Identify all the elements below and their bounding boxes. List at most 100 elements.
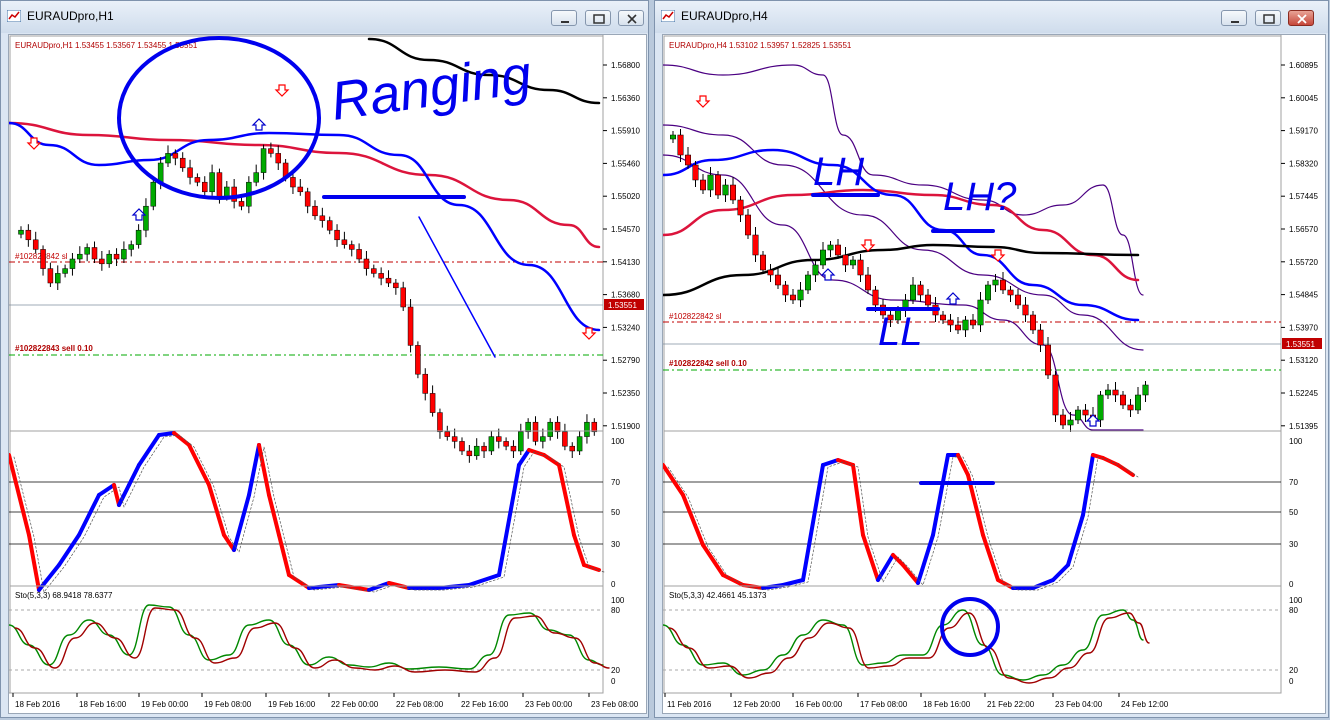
time-axis-label: 19 Feb 00:00: [141, 700, 189, 709]
fractal-up-arrow-icon: [251, 118, 267, 131]
close-icon: [627, 14, 637, 24]
candle-body: [1022, 304, 1029, 316]
chart-canvas[interactable]: EURAUDpro,H1 1.53455 1.53567 1.53455 1.5…: [8, 34, 647, 714]
time-axis-label: 12 Feb 20:00: [733, 700, 781, 709]
sell-order-label: #102822843 sell 0.10: [15, 344, 93, 353]
candle-body: [707, 174, 714, 191]
candle-body: [842, 254, 849, 266]
candle-body: [977, 299, 984, 326]
rsi-line: [157, 431, 176, 437]
price-axis-label: 1.59170: [1289, 127, 1318, 136]
minimize-button[interactable]: [551, 10, 577, 26]
current-price-label: 1.53551: [608, 301, 637, 310]
close-button[interactable]: [1288, 10, 1314, 26]
candle-body: [32, 239, 39, 250]
rsi-level-label: 100: [1289, 437, 1303, 446]
candle-body: [319, 215, 326, 221]
candle-body: [820, 249, 826, 266]
chart-canvas[interactable]: EURAUDpro,H4 1.53102 1.53957 1.52825 1.5…: [662, 34, 1326, 714]
candle-body: [150, 181, 157, 207]
candle-body: [238, 201, 245, 207]
price-axis-label: 1.55020: [611, 192, 640, 201]
annotation-lh: LH: [813, 150, 864, 194]
time-axis-label: 18 Feb 16:00: [79, 700, 127, 709]
rsi-line: [916, 533, 935, 585]
close-button[interactable]: [618, 10, 644, 26]
fractal-down-arrow-icon: [990, 249, 1006, 262]
candle-body: [77, 253, 83, 260]
time-axis-label: 23 Feb 08:00: [591, 700, 639, 709]
candle-body: [865, 274, 871, 291]
candle-body: [917, 284, 924, 296]
candle-body: [1105, 389, 1111, 396]
price-axis-label: 1.53970: [1289, 323, 1318, 332]
candle-body: [1097, 394, 1104, 421]
main-panel-frame: [663, 35, 1282, 432]
rsi-level-label: 30: [1289, 540, 1298, 549]
candle-body: [40, 249, 46, 269]
candle-body: [451, 436, 458, 442]
candle-body: [872, 289, 879, 306]
candle-body: [1082, 409, 1089, 416]
maximize-button[interactable]: [585, 10, 611, 26]
rsi-line: [267, 493, 281, 537]
chart-svg[interactable]: EURAUDpro,H4 1.53102 1.53957 1.52825 1.5…: [663, 35, 1325, 713]
rsi-line: [497, 463, 521, 577]
rsi-line: [117, 483, 131, 507]
candle-body: [510, 445, 517, 452]
rsi-line: [97, 483, 116, 497]
candle-body: [745, 214, 751, 236]
chart-app-icon: [661, 10, 675, 22]
candle-body: [1067, 419, 1074, 426]
maximize-button[interactable]: [1255, 10, 1281, 26]
candle-body: [1142, 384, 1149, 396]
rsi-panel-frame: [9, 430, 604, 587]
moving-average-red: [9, 121, 601, 249]
fractal-down-arrow-icon: [274, 84, 290, 97]
stochastic-level-label: 20: [611, 666, 620, 675]
time-axis-label: 16 Feb 00:00: [795, 700, 843, 709]
window-titlebar[interactable]: EURAUDpro,H1: [1, 1, 648, 33]
price-axis-label: 1.54570: [611, 225, 640, 234]
stochastic-level-label: 80: [1289, 606, 1298, 615]
candle-body: [1007, 289, 1014, 296]
rsi-line: [821, 458, 840, 467]
candle-body: [760, 254, 766, 271]
candle-body: [363, 258, 370, 269]
candle-body: [400, 287, 406, 308]
candle-body: [1000, 279, 1006, 291]
rsi-line: [861, 533, 880, 582]
candle-body: [955, 324, 961, 331]
chart-app-icon: [7, 10, 21, 22]
candle-body: [1015, 294, 1021, 306]
candle-body: [970, 319, 976, 326]
candle-body: [69, 258, 76, 269]
candle-body: [334, 229, 340, 241]
candle-body: [503, 441, 509, 447]
chart-svg[interactable]: EURAUDpro,H1 1.53455 1.53567 1.53455 1.5…: [9, 35, 646, 713]
price-axis-label: 1.51900: [611, 422, 640, 431]
rsi-line: [207, 483, 226, 537]
candle-body: [1135, 394, 1141, 411]
rsi-line: [557, 463, 576, 537]
rsi-line: [701, 543, 725, 577]
time-axis-label: 24 Feb 12:00: [1121, 700, 1169, 709]
rsi-line: [9, 453, 31, 537]
candle-body: [304, 191, 311, 207]
moving-average-red: [663, 188, 1140, 282]
candle-body: [1127, 404, 1134, 411]
candle-body: [62, 268, 68, 274]
candle-body: [591, 421, 598, 433]
window-titlebar[interactable]: EURAUDpro,H4: [655, 1, 1328, 33]
candle-body: [260, 148, 267, 173]
candle-body: [805, 274, 811, 291]
fractal-up-arrow-icon: [820, 268, 836, 281]
stochastic-panel-frame: [9, 585, 604, 694]
minimize-button[interactable]: [1221, 10, 1247, 26]
candle-body: [290, 177, 296, 188]
candle-body: [113, 253, 120, 260]
time-axis-label: 19 Feb 16:00: [268, 700, 316, 709]
price-axis-label: 1.60895: [1289, 61, 1318, 70]
candle-body: [1120, 394, 1126, 406]
stochastic-signal-line: [668, 612, 1150, 684]
